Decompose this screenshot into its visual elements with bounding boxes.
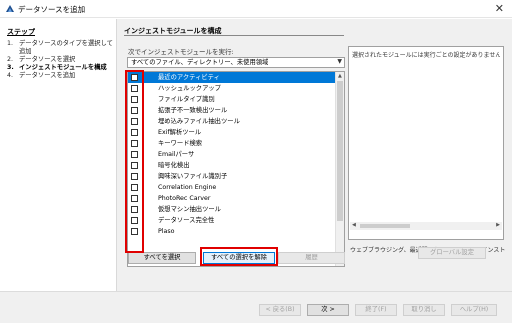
module-label: 最近のアクティビティ — [158, 74, 220, 81]
module-label: 興味深いファイル識別子 — [158, 173, 228, 180]
run-on-select[interactable]: すべてのファイル、ディレクトリー、未使用領域 ▼ — [127, 57, 345, 68]
cancel-button[interactable]: 取り消し — [403, 304, 445, 316]
module-checkbox[interactable] — [131, 85, 138, 92]
global-settings-button[interactable]: グローバル設定 — [418, 247, 486, 259]
module-checkbox[interactable] — [131, 206, 138, 213]
select-all-button[interactable]: すべてを選択 — [128, 252, 196, 264]
module-checkbox[interactable] — [131, 228, 138, 235]
help-button[interactable]: ヘルプ(H) — [451, 304, 497, 316]
module-label: 仮想マシン抽出ツール — [158, 206, 221, 213]
step-item-current: 3. インジェストモジュールを構成 — [7, 63, 107, 71]
module-checkbox[interactable] — [131, 129, 138, 136]
title-bar: データソースを追加 ✕ — [0, 0, 512, 18]
module-row[interactable]: 興味深いファイル識別子 — [128, 171, 344, 182]
module-label: 暗号化検出 — [158, 162, 190, 169]
module-checkbox[interactable] — [131, 140, 138, 147]
module-label: Plaso — [158, 228, 175, 235]
module-label: 埋め込みファイル抽出ツール — [158, 118, 240, 125]
steps-heading: ステップ — [7, 28, 35, 36]
deselect-all-button[interactable]: すべての選択を解除 — [203, 252, 275, 264]
module-checkbox[interactable] — [131, 96, 138, 103]
module-row[interactable]: Emailパーサ — [128, 149, 344, 160]
module-checkbox[interactable] — [131, 151, 138, 158]
module-row[interactable]: ハッシュルックアップ — [128, 83, 344, 94]
module-settings-panel: 選択されたモジュールには実行ごとの設定がありません。 ◀ ▶ — [348, 46, 504, 240]
module-row[interactable]: Exif解析ツール — [128, 127, 344, 138]
module-checkbox[interactable] — [131, 162, 138, 169]
module-checkbox[interactable] — [131, 217, 138, 224]
module-checkbox[interactable] — [131, 173, 138, 180]
step-item: 4. データソースを追加 — [7, 71, 76, 79]
run-on-label: 次でインジェストモジュールを実行: — [128, 48, 234, 56]
wizard-footer: < 戻る(B) 次 > 終了(F) 取り消し ヘルプ(H) — [0, 291, 512, 323]
module-row[interactable]: Correlation Engine — [128, 182, 344, 193]
module-label: データソース完全性 — [158, 217, 215, 224]
scroll-up-icon[interactable]: ▲ — [338, 73, 342, 79]
module-settings-text: 選択されたモジュールには実行ごとの設定がありません。 — [352, 52, 500, 59]
scroll-thumb[interactable] — [337, 81, 343, 221]
module-row[interactable]: ファイルタイプ識別 — [128, 94, 344, 105]
window-title: データソースを追加 — [18, 5, 86, 14]
module-checkbox[interactable] — [131, 195, 138, 202]
history-button[interactable]: 履歴 — [278, 252, 345, 264]
module-row[interactable]: 埋め込みファイル抽出ツール — [128, 116, 344, 127]
module-row[interactable]: 暗号化検出 — [128, 160, 344, 171]
module-label: Emailパーサ — [158, 151, 195, 158]
close-icon[interactable]: ✕ — [495, 2, 504, 15]
step-item: 1. データソースのタイプを選択して追加 — [7, 40, 113, 55]
scroll-left-icon[interactable]: ◀ — [352, 222, 356, 228]
module-label: ハッシュルックアップ — [158, 85, 221, 92]
next-button[interactable]: 次 > — [307, 304, 349, 316]
hscroll-thumb[interactable] — [360, 224, 410, 228]
steps-panel: ステップ 1. データソースのタイプを選択して追加 2. データソースを選択 3. イ… — [0, 19, 117, 291]
module-row[interactable]: キーワード検索 — [128, 138, 344, 149]
settings-hscrollbar[interactable]: ◀ ▶ — [350, 222, 502, 230]
module-label: Exif解析ツール — [158, 129, 202, 136]
steps-list: 1. データソースのタイプを選択して追加 2. データソースを選択 3. インジェスト… — [7, 40, 115, 80]
back-button[interactable]: < 戻る(B) — [259, 304, 301, 316]
module-checkbox[interactable] — [131, 118, 138, 125]
scroll-right-icon[interactable]: ▶ — [496, 222, 500, 228]
module-row[interactable]: 拡張子不一致検出ツール — [128, 105, 344, 116]
module-row[interactable]: 仮想マシン抽出ツール — [128, 204, 344, 215]
app-icon — [6, 5, 14, 12]
module-list[interactable]: 最近のアクティビティ ハッシュルックアップ ファイルタイプ識別拡張子不一致検出ツール… — [127, 71, 345, 267]
main-panel: インジェストモジュールを構成 次でインジェストモジュールを実行: すべてのファイ… — [117, 19, 512, 291]
step-item: 2. データソースを選択 — [7, 55, 76, 63]
module-checkbox[interactable] — [131, 184, 138, 191]
module-row[interactable]: 最近のアクティビティ — [128, 72, 344, 83]
module-checkbox[interactable] — [131, 107, 138, 114]
module-row[interactable]: Plaso — [128, 226, 344, 237]
heading-divider — [124, 35, 344, 36]
chevron-down-icon: ▼ — [337, 58, 342, 65]
module-label: 拡張子不一致検出ツール — [158, 107, 228, 114]
module-row[interactable]: データソース完全性 — [128, 215, 344, 226]
list-scrollbar[interactable]: ▲ ▼ — [335, 72, 344, 266]
module-label: ファイルタイプ識別 — [158, 96, 215, 103]
module-label: Correlation Engine — [158, 184, 217, 191]
module-row[interactable]: PhotoRec Carver — [128, 193, 344, 204]
module-checkbox[interactable] — [131, 74, 138, 81]
module-label: PhotoRec Carver — [158, 195, 211, 202]
finish-button[interactable]: 終了(F) — [355, 304, 397, 316]
module-label: キーワード検索 — [158, 140, 203, 147]
